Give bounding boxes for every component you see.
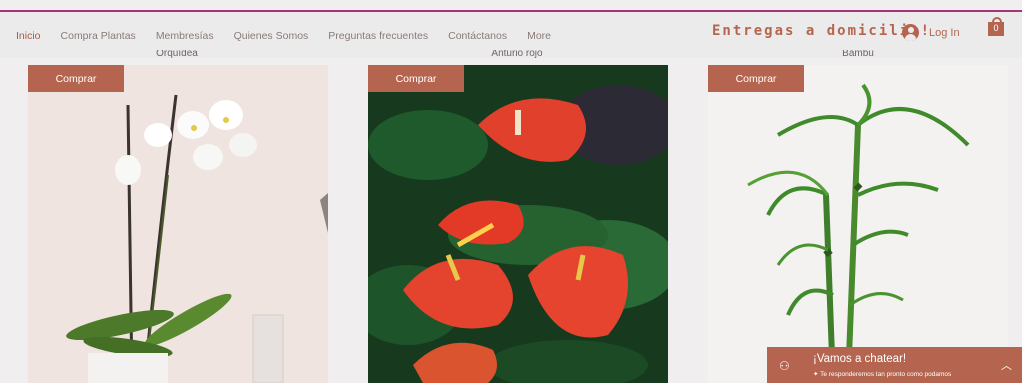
- nav-item-more[interactable]: More: [527, 30, 551, 42]
- bamboo-image: [708, 65, 1008, 383]
- login-label: Log In: [929, 26, 960, 39]
- buy-button-anturio[interactable]: Comprar: [368, 65, 464, 92]
- nav-item-contactanos[interactable]: Contáctanos: [448, 30, 507, 42]
- chat-people-icon: ⚇: [779, 359, 790, 373]
- buy-button-bambu[interactable]: Comprar: [708, 65, 804, 92]
- anthurium-image: [368, 65, 668, 383]
- delivery-banner: Entregas a domicilio!: [712, 23, 932, 39]
- chevron-up-icon[interactable]: ︿: [1001, 357, 1012, 373]
- login-button[interactable]: Log In: [902, 24, 960, 41]
- product-name-anturio: Anturio rojo: [491, 50, 543, 58]
- nav-item-inicio[interactable]: Inicio: [16, 30, 41, 42]
- product-card-orquidea[interactable]: Comprar: [28, 65, 328, 383]
- product-name-bambu: Bambú: [842, 50, 874, 58]
- chat-title: ¡Vamos a chatear!: [813, 353, 907, 365]
- user-avatar-icon: [902, 24, 919, 41]
- nav-item-compra-plantas[interactable]: Compra Plantas: [61, 30, 136, 42]
- nav-item-preguntas-frecuentes[interactable]: Preguntas frecuentes: [328, 30, 428, 42]
- nav-item-quienes-somos[interactable]: Quienes Somos: [234, 30, 309, 42]
- chat-widget[interactable]: ⚇ ¡Vamos a chatear! ✦ Te responderemos t…: [767, 347, 1022, 383]
- cart-button[interactable]: 0: [988, 17, 1004, 36]
- nav-item-membresias[interactable]: Membresías: [156, 30, 214, 42]
- product-card-anturio[interactable]: Comprar: [368, 65, 668, 383]
- cart-count: 0: [993, 23, 999, 33]
- chat-subtitle: ✦ Te responderemos tan pronto como podam…: [813, 371, 952, 378]
- product-name-orquidea: Orquídea: [156, 50, 198, 58]
- main-nav: Inicio Compra Plantas Membresías Quienes…: [16, 30, 571, 42]
- product-card-bambu[interactable]: Comprar: [708, 65, 1008, 383]
- buy-button-orquidea[interactable]: Comprar: [28, 65, 124, 92]
- orchid-image: [28, 65, 328, 383]
